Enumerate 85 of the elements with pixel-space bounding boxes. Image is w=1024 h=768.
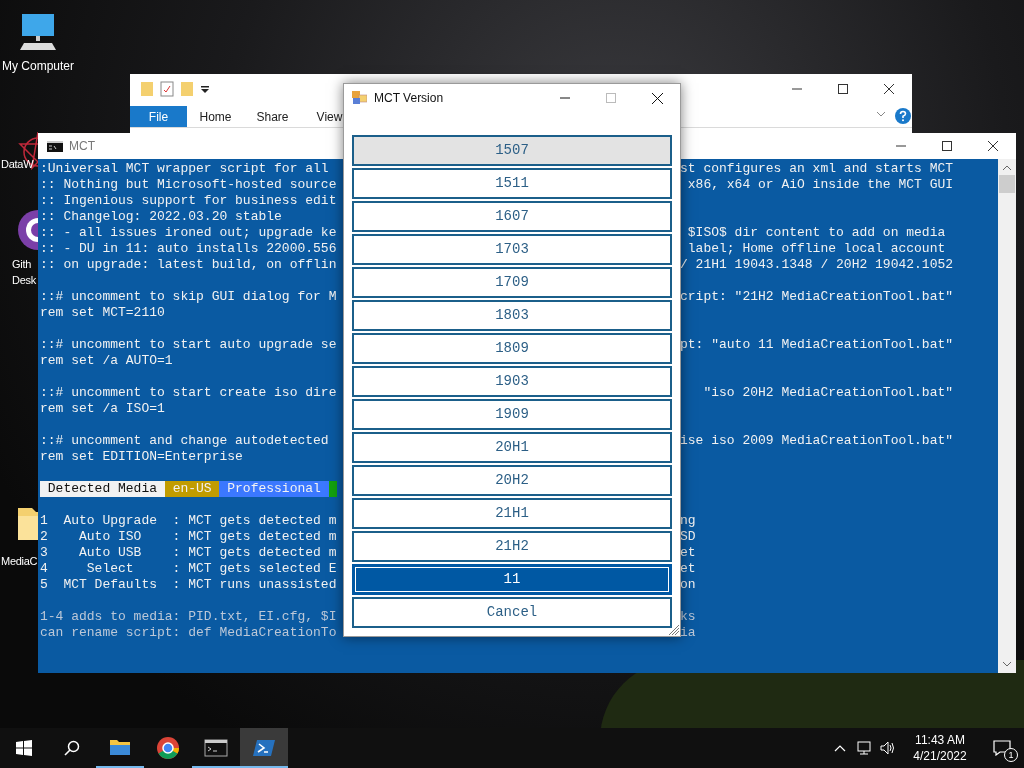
console-line: rem set MCT=2110: [40, 305, 165, 321]
console-line: :: on upgrade: latest build, on offlin: [40, 257, 337, 273]
powershell-icon[interactable]: [240, 728, 288, 768]
console-line: 1-4 adds to media: PID.txt, EI.cfg, $I: [40, 609, 337, 625]
maximize-icon: [606, 93, 616, 103]
notification-icon[interactable]: [993, 740, 1011, 756]
console-line: rem set /a AUTO=1: [40, 353, 173, 369]
help-icon[interactable]: [894, 107, 912, 125]
status-tag: Detected Media: [40, 481, 165, 497]
console-line: on: [680, 577, 696, 593]
console-line: cript: "21H2 MediaCreationTool.bat": [680, 289, 954, 305]
console-line: can rename script: def MediaCreationTo: [40, 625, 337, 641]
version-button[interactable]: 1809: [352, 333, 672, 364]
ribbon-tab[interactable]: Share: [244, 106, 301, 127]
version-button[interactable]: 1909: [352, 399, 672, 430]
console-line: label; Home offline local account: [686, 241, 946, 257]
console-line: x86, x64 or AiO inside the MCT GUI: [686, 177, 954, 193]
scroll-down-icon[interactable]: [1003, 662, 1011, 667]
desktop-icon-label: MediaC: [1, 554, 38, 569]
maximize-icon[interactable]: [838, 84, 848, 94]
version-button[interactable]: 1607: [352, 201, 672, 232]
console-line: ise iso 2009 MediaCreationTool.bat": [680, 433, 954, 449]
clock[interactable]: 11:43 AM 4/21/2022: [900, 728, 980, 768]
chevron-icon[interactable]: [876, 110, 886, 118]
console-line: ng: [680, 513, 696, 529]
console-line: rem set /a ISO=1: [40, 401, 165, 417]
notification-count: 1: [1004, 748, 1018, 762]
version-button[interactable]: 11: [352, 564, 672, 595]
console-line: ks: [680, 609, 696, 625]
console-line: ::# uncomment and change autodetected: [40, 433, 330, 449]
scroll-up-icon[interactable]: [1003, 165, 1011, 170]
console-line: ::# uncomment to skip GUI dialog for M: [40, 289, 337, 305]
maximize-icon[interactable]: [942, 141, 952, 151]
console-line: 3 Auto USB : MCT gets detected m: [40, 545, 337, 561]
console-line: et: [680, 545, 696, 561]
console-line: ia: [680, 625, 696, 641]
console-line: 2 Auto ISO : MCT gets detected m: [40, 529, 337, 545]
close-icon[interactable]: [884, 84, 894, 94]
console-line: $ISO$ dir content to add on media: [686, 225, 946, 241]
desktop-icon-label: My Computer: [2, 58, 75, 74]
console-line: pt: "auto 11 MediaCreationTool.bat": [680, 337, 954, 353]
console-line: :: Ingenious support for business edit: [40, 193, 337, 209]
console-line: 1 Auto Upgrade : MCT gets detected m: [40, 513, 337, 529]
cancel-button[interactable]: Cancel: [352, 597, 672, 628]
version-button[interactable]: 21H2: [352, 531, 672, 562]
version-button[interactable]: 1511: [352, 168, 672, 199]
console-line: "iso 20H2 MediaCreationTool.bat": [702, 385, 954, 401]
version-button[interactable]: 20H1: [352, 432, 672, 463]
ribbon-tab[interactable]: File: [130, 106, 187, 127]
start-icon[interactable]: [16, 740, 32, 756]
app-icon: [352, 91, 367, 105]
version-button[interactable]: 21H1: [352, 498, 672, 529]
terminal-icon: [47, 140, 63, 152]
console-line: st configures an xml and starts MCT: [680, 161, 954, 177]
version-button[interactable]: 1507: [352, 135, 672, 166]
console-line: ::# uncomment to start auto upgrade se: [40, 337, 337, 353]
close-icon[interactable]: [988, 141, 998, 151]
scrollbar-thumb[interactable]: [999, 175, 1015, 193]
console-line: rem set EDITION=Enterprise: [40, 449, 243, 465]
window-title: MCT: [69, 138, 95, 155]
resize-grip-icon[interactable]: [668, 624, 680, 636]
ribbon-tab[interactable]: Home: [187, 106, 244, 127]
version-button[interactable]: 1709: [352, 267, 672, 298]
console-line: SD: [680, 529, 696, 545]
console-line: ::# uncomment to start create iso dire: [40, 385, 337, 401]
version-button[interactable]: 1703: [352, 234, 672, 265]
properties-icon[interactable]: [160, 81, 174, 97]
console-line: :Universal MCT wrapper script for all: [40, 161, 329, 177]
console-line: 4 Select : MCT gets selected E: [40, 561, 337, 577]
console-line: :: - DU in 11: auto installs 22000.556: [40, 241, 337, 257]
console-line: :: Nothing but Microsoft-hosted source: [40, 177, 337, 193]
scrollbar[interactable]: [998, 159, 1016, 673]
console-line: et: [680, 561, 696, 577]
console-line: / 21H1 19043.1348 / 20H2 19042.1052: [680, 257, 954, 273]
version-button[interactable]: 20H2: [352, 465, 672, 496]
console-line: :: Changelog: 2022.03.20 stable: [40, 209, 282, 225]
version-button[interactable]: 1903: [352, 366, 672, 397]
status-tag: en-US: [164, 481, 220, 497]
desktop-icon-label: Gith Desk: [12, 257, 36, 288]
console-line: 5 MCT Defaults : MCT runs unassisted: [40, 577, 337, 593]
window-title: MCT Version: [374, 90, 444, 107]
console-line: :: - all issues ironed out; upgrade ke: [40, 225, 337, 241]
close-icon[interactable]: [651, 92, 663, 104]
status-tag: Professional: [219, 481, 329, 497]
version-button[interactable]: 1803: [352, 300, 672, 331]
